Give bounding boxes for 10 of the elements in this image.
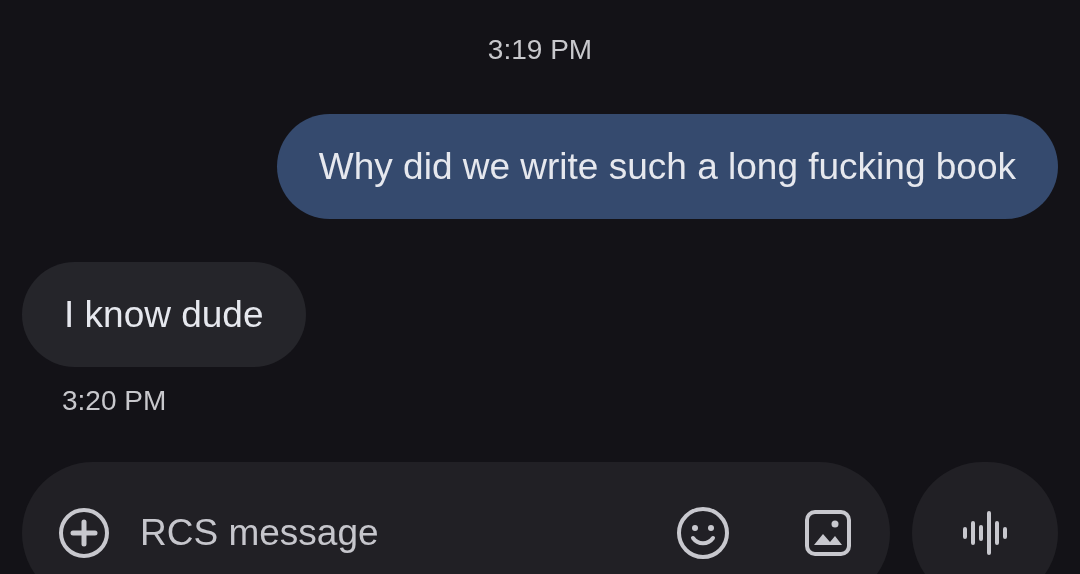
timestamp: 3:19 PM — [487, 33, 593, 67]
image-icon[interactable] — [804, 509, 852, 557]
message-input-field[interactable]: RCS message — [138, 511, 648, 555]
sound-wave-icon — [962, 510, 1008, 556]
add-icon[interactable] — [58, 507, 110, 559]
received-message-bubble: I know dude — [22, 262, 306, 367]
message-composer[interactable]: RCS message — [22, 462, 890, 574]
sent-message-bubble: Why did we write such a long fucking book — [276, 114, 1058, 219]
emoji-icon[interactable] — [676, 506, 730, 560]
message-time: 3:20 PM — [62, 384, 167, 418]
